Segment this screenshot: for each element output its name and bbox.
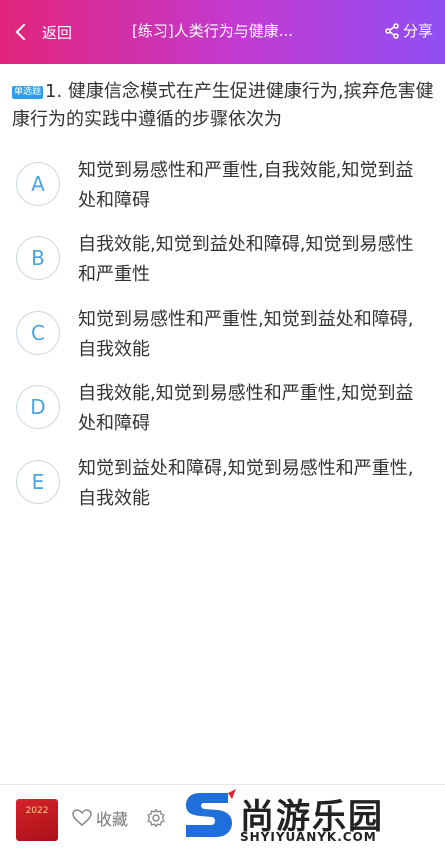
top-bar: 返回 [练习]人类行为与健康... 分享	[0, 0, 445, 64]
chevron-left-icon	[15, 23, 33, 41]
option-d[interactable]: D 自我效能,知觉到易感性和严重性,知觉到益处和障碍	[16, 379, 436, 439]
favorite-label: 收藏	[96, 810, 129, 829]
bottom-bar: 2022 收藏 尚游乐园 SHYIYUANYK.COM	[0, 785, 445, 850]
option-text: 自我效能,知觉到易感性和严重性,知觉到益处和障碍	[78, 383, 414, 434]
favorite-button[interactable]: 收藏	[72, 806, 128, 830]
book-year: 2022	[25, 806, 49, 816]
watermark-logo-icon	[186, 789, 236, 837]
watermark-url: SHYIYUANYK.COM	[240, 830, 377, 844]
question-type-badge: 单选题	[12, 86, 44, 99]
page-title: [练习]人类行为与健康...	[132, 22, 294, 40]
question-text: 单选题 1. 健康信念模式在产生促进健康行为,摈弃危害健康行为的实践中遵循的步骤依…	[12, 78, 437, 134]
option-letter: D	[16, 385, 60, 429]
option-letter: C	[16, 311, 60, 355]
option-text: 自我效能,知觉到益处和障碍,知觉到易感性和严重性	[78, 234, 414, 285]
share-icon	[385, 22, 399, 39]
option-c[interactable]: C 知觉到易感性和严重性,知觉到益处和障碍,自我效能	[16, 305, 436, 365]
book-cover-thumbnail[interactable]: 2022	[16, 799, 58, 841]
share-button[interactable]: 分享	[384, 20, 433, 41]
option-text: 知觉到易感性和严重性,自我效能,知觉到益处和障碍	[78, 160, 414, 211]
option-letter: B	[16, 236, 60, 280]
option-text: 知觉到易感性和严重性,知觉到益处和障碍,自我效能	[78, 309, 414, 360]
option-a[interactable]: A 知觉到易感性和严重性,自我效能,知觉到益处和障碍	[16, 156, 436, 216]
back-label: 返回	[42, 23, 73, 42]
option-letter: A	[16, 162, 60, 206]
share-label: 分享	[402, 22, 433, 40]
gear-icon[interactable]	[146, 808, 166, 828]
back-button[interactable]: 返回	[14, 20, 72, 44]
option-e[interactable]: E 知觉到益处和障碍,知觉到易感性和严重性,自我效能	[16, 454, 436, 514]
option-letter: E	[16, 460, 60, 504]
option-b[interactable]: B 自我效能,知觉到益处和障碍,知觉到易感性和严重性	[16, 230, 436, 290]
question-body: 1. 健康信念模式在产生促进健康行为,摈弃危害健康行为的实践中遵循的步骤依次为	[12, 81, 434, 130]
heart-icon	[72, 809, 92, 826]
option-text: 知觉到益处和障碍,知觉到易感性和严重性,自我效能	[78, 458, 414, 509]
